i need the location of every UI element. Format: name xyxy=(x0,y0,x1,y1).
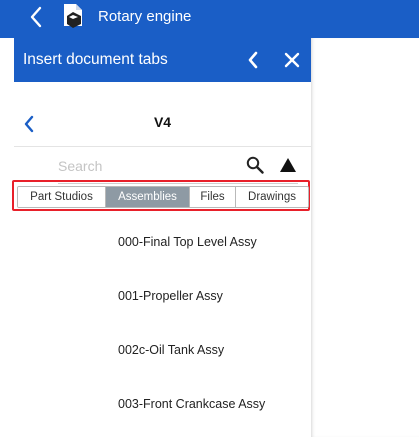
tab-part-studios[interactable]: Part Studios xyxy=(18,187,106,207)
triangle-up-icon[interactable] xyxy=(279,157,297,173)
right-background xyxy=(311,38,419,437)
close-icon xyxy=(284,52,300,68)
document-title: Rotary engine xyxy=(98,8,192,25)
back-button[interactable] xyxy=(26,3,46,31)
list-item[interactable]: 000-Final Top Level Assy xyxy=(118,235,257,249)
panel-header: Insert document tabs xyxy=(14,38,311,82)
app-header: Rotary engine xyxy=(0,0,419,38)
tab-drawings[interactable]: Drawings xyxy=(236,187,308,207)
document-icon xyxy=(61,2,87,30)
panel-back-button[interactable] xyxy=(244,50,262,70)
panel-title: Insert document tabs xyxy=(23,51,168,68)
search-input[interactable] xyxy=(58,154,238,178)
tab-assemblies[interactable]: Assemblies xyxy=(106,187,190,207)
version-row: V4 xyxy=(14,108,311,140)
tab-files[interactable]: Files xyxy=(190,187,236,207)
document-type-tabs: Part Studios Assemblies Files Drawings xyxy=(17,186,309,208)
divider xyxy=(14,146,311,147)
version-label: V4 xyxy=(153,114,172,130)
list-item[interactable]: 003-Front Crankcase Assy xyxy=(118,397,265,411)
back-chevron-icon xyxy=(30,6,42,28)
search-icon[interactable] xyxy=(246,156,264,174)
list-item[interactable]: 002c-Oil Tank Assy xyxy=(118,343,224,357)
panel-close-button[interactable] xyxy=(282,50,302,70)
list-item[interactable]: 001-Propeller Assy xyxy=(118,289,223,303)
back-chevron-icon xyxy=(248,51,258,69)
